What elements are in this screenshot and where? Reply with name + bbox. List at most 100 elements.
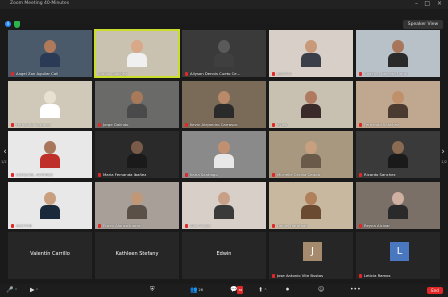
participant-video-feed	[127, 191, 147, 219]
participant-tile[interactable]: Carlos Sánchez	[94, 29, 180, 78]
participant-video-feed	[388, 141, 408, 168]
encryption-shield-icon[interactable]	[14, 21, 20, 28]
record-button[interactable]: ⏺	[286, 286, 289, 294]
participant-tile[interactable]: Angel S. Isacedo Mordi	[356, 30, 440, 77]
participant-tile[interactable]: Aylen	[269, 80, 353, 128]
chat-button[interactable]: 💬36	[230, 286, 244, 294]
participant-name: Leticia Ramos	[364, 273, 391, 278]
page-indicator-right: 1/2	[441, 160, 447, 164]
muted-mic-icon	[272, 122, 275, 127]
muted-mic-icon	[11, 223, 14, 228]
participant-name-label: Jorge Galindo	[98, 122, 128, 127]
participant-name-label: HECTOR	[11, 223, 32, 228]
meeting-info-icon[interactable]: i	[5, 21, 11, 27]
participant-name: HECTOR	[16, 222, 32, 228]
participant-name: Maria Fernanda Ibañez	[103, 172, 147, 177]
muted-mic-icon	[359, 223, 362, 228]
participant-name-label: Angel Zon Aguilar Coli	[11, 71, 58, 76]
participant-video-feed	[301, 90, 321, 118]
participant-tile[interactable]: EZEQUIEL ALVAREZ	[8, 131, 92, 178]
participant-video-feed	[301, 40, 321, 67]
video-grid: Angel Zon Aguilar Coli Carlos Sánchez Ally…	[8, 29, 440, 280]
participant-name: Michelle Cecilia Carbia	[277, 172, 320, 177]
participant-name-label: Zoe Avalos	[185, 223, 211, 228]
participant-tile[interactable]: Daniel Barragan	[269, 181, 353, 229]
participant-tile[interactable]: Kevin Alejandro Carrasco	[182, 80, 266, 128]
video-button[interactable]: ▶^	[30, 286, 39, 295]
muted-mic-icon	[272, 173, 275, 177]
muted-mic-icon	[185, 122, 188, 127]
share-label: ^	[264, 288, 267, 292]
maximize-icon[interactable]: □	[424, 0, 430, 8]
participant-tile[interactable]: Zoe Avalos	[182, 181, 266, 229]
participant-tile[interactable]: L Leticia Ramos	[356, 232, 440, 279]
participant-tile[interactable]: Kathleen Stefany	[95, 232, 179, 279]
participant-name: JESSICA	[277, 71, 292, 76]
muted-mic-icon	[98, 122, 101, 127]
participant-display-name: Kathleen Stefany	[115, 251, 159, 257]
participant-tile[interactable]: Jorge Galindo	[95, 80, 179, 128]
muted-mic-icon	[185, 223, 188, 228]
participant-tile[interactable]: HECTOR	[8, 181, 92, 229]
participant-tile[interactable]: Angel Zon Aguilar Coli	[8, 30, 92, 77]
participant-tile[interactable]: Maria Fernanda Ibañez	[95, 131, 179, 178]
mute-label: ^	[14, 288, 18, 292]
chat-icon: 💬	[230, 286, 238, 293]
mute-button[interactable]: 🎤^	[6, 286, 17, 295]
security-icon: ⛨	[150, 286, 155, 293]
window-titlebar: Zoom Meeting 40-Minutes – □ ×	[0, 0, 448, 9]
participant-tile[interactable]: Valentín Carrillo	[8, 232, 92, 279]
participant-video-feed	[127, 141, 147, 168]
participant-name-label: Daniel Barragan	[272, 223, 308, 228]
participant-name: Carlos Sánchez	[98, 71, 128, 76]
participant-tile[interactable]: Allyson Dennis Cueto Ce...	[182, 30, 266, 77]
participant-name: Daniel Barragan	[277, 222, 308, 228]
participant-name-label: Carlos Sánchez	[98, 71, 127, 76]
participant-tile[interactable]: Fernando Sánchez	[356, 80, 440, 128]
participant-name: Angel S. Isacedo Mordi	[364, 71, 408, 76]
close-icon[interactable]: ×	[437, 0, 442, 8]
participant-tile[interactable]: Ricardo Sanchez	[356, 131, 440, 178]
participant-name: Ricardo Sanchez	[364, 172, 396, 177]
participant-name: Reyna Alcivar	[364, 222, 390, 228]
speaker-view-button[interactable]: Speaker View	[403, 20, 443, 29]
participant-tile[interactable]: Edwin	[182, 232, 266, 279]
minimize-icon[interactable]: –	[415, 0, 418, 8]
participant-video-feed	[214, 40, 234, 67]
reactions-button[interactable]: ☺	[318, 286, 324, 294]
more-button[interactable]: •••	[350, 286, 361, 294]
participant-name-label: Fernando Vazquez	[11, 122, 51, 127]
participant-display-name: Valentín Carrillo	[30, 251, 70, 257]
participant-tile[interactable]: J Jose Antonio Vite Bustos	[269, 232, 353, 279]
participant-video-feed	[388, 90, 408, 118]
participant-name-label: Allyson Dennis Cueto Ce...	[185, 71, 240, 76]
participant-name-label: Ricardo Sanchez	[359, 172, 396, 177]
participant-name-label: Fernando Sánchez	[359, 122, 399, 127]
muted-mic-icon	[359, 122, 362, 127]
end-meeting-button[interactable]: End	[427, 287, 443, 294]
muted-mic-icon	[272, 72, 275, 76]
participant-name: Allyson Dennis Cueto Ce...	[190, 71, 241, 76]
participant-tile[interactable]: Eisley Alonso Ibarra	[95, 181, 179, 229]
more-icon: •••	[350, 286, 361, 293]
mute-icon: 🎤	[6, 286, 14, 294]
participant-tile[interactable]: Karla Santiago	[182, 131, 266, 178]
participant-name: Fernando Vazquez	[16, 121, 51, 127]
participant-video-feed	[388, 40, 408, 67]
participant-tile[interactable]: JESSICA	[269, 30, 353, 77]
participant-name: Kevin Alejandro Carrasco	[190, 121, 238, 127]
muted-mic-icon	[359, 173, 362, 177]
participants-button[interactable]: 👥26	[190, 286, 203, 295]
security-button[interactable]: ⛨	[150, 286, 155, 294]
participant-video-feed	[127, 40, 147, 67]
participant-video-feed	[388, 191, 408, 219]
participant-video-feed	[40, 191, 60, 219]
participant-name: EZEQUIEL ALVAREZ	[16, 172, 53, 177]
participant-tile[interactable]: Michelle Cecilia Carbia	[269, 131, 353, 178]
participant-video-feed	[40, 90, 60, 118]
participant-name: Eisley Alonso Ibarra	[103, 222, 141, 228]
share-button[interactable]: ⬆^	[258, 286, 267, 295]
participant-tile[interactable]: Reyna Alcivar	[356, 181, 440, 229]
participant-tile[interactable]: Fernando Vazquez	[8, 80, 92, 128]
video-label: ^	[35, 288, 39, 292]
